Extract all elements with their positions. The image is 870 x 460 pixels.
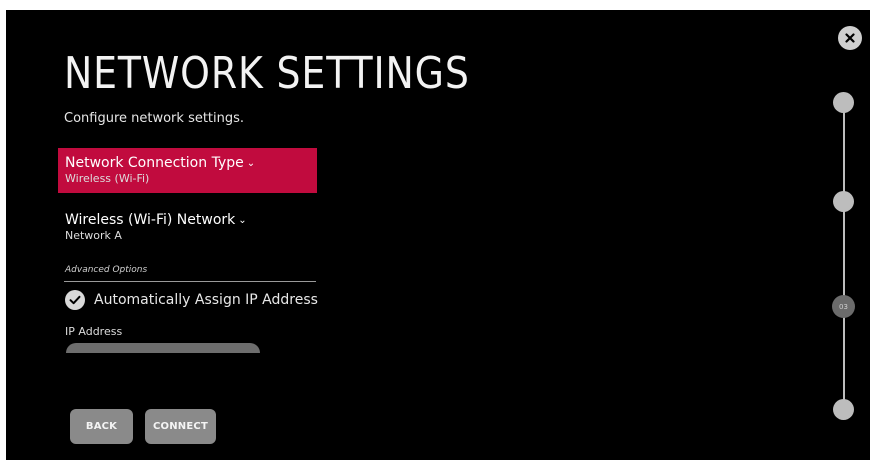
wifi-network-label: Wireless (Wi-Fi) Network — [65, 212, 236, 228]
close-icon — [845, 33, 855, 43]
network-settings-screen: NETWORK SETTINGS Configure network setti… — [6, 10, 870, 460]
progress-step-1 — [833, 92, 854, 113]
wifi-network-value: Network A — [65, 229, 122, 242]
ip-address-input[interactable] — [66, 343, 260, 353]
connection-type-label: Network Connection Type — [65, 155, 244, 171]
chevron-down-icon: ⌄ — [238, 215, 247, 226]
ip-address-label: IP Address — [65, 325, 123, 338]
progress-step-current: 03 — [832, 295, 855, 318]
page-title: NETWORK SETTINGS — [64, 48, 470, 99]
checkmark-icon — [65, 290, 85, 310]
chevron-down-icon: ⌄ — [246, 158, 256, 169]
advanced-options-divider — [64, 281, 316, 282]
connection-type-value: Wireless (Wi-Fi) — [65, 172, 150, 185]
close-button[interactable] — [838, 26, 862, 50]
progress-step-4 — [833, 399, 854, 420]
wifi-network-label-row: Wireless (Wi-Fi) Network ⌄ — [65, 212, 317, 229]
auto-assign-ip-label: Automatically Assign IP Address — [94, 292, 318, 308]
auto-assign-ip-checkbox[interactable]: Automatically Assign IP Address — [65, 289, 318, 311]
connect-button[interactable]: CONNECT — [145, 409, 216, 444]
progress-step-2 — [833, 191, 854, 212]
wifi-network-item[interactable]: Wireless (Wi-Fi) Network ⌄ Network A — [58, 205, 317, 250]
advanced-options-label: Advanced Options — [65, 265, 148, 275]
connection-type-label-row: Network Connection Type ⌄ — [65, 155, 317, 172]
page-subtitle: Configure network settings. — [64, 111, 245, 126]
network-connection-type-item[interactable]: Network Connection Type ⌄ Wireless (Wi-Fi… — [58, 148, 317, 193]
back-button[interactable]: BACK — [70, 409, 133, 444]
progress-timeline — [843, 102, 845, 409]
